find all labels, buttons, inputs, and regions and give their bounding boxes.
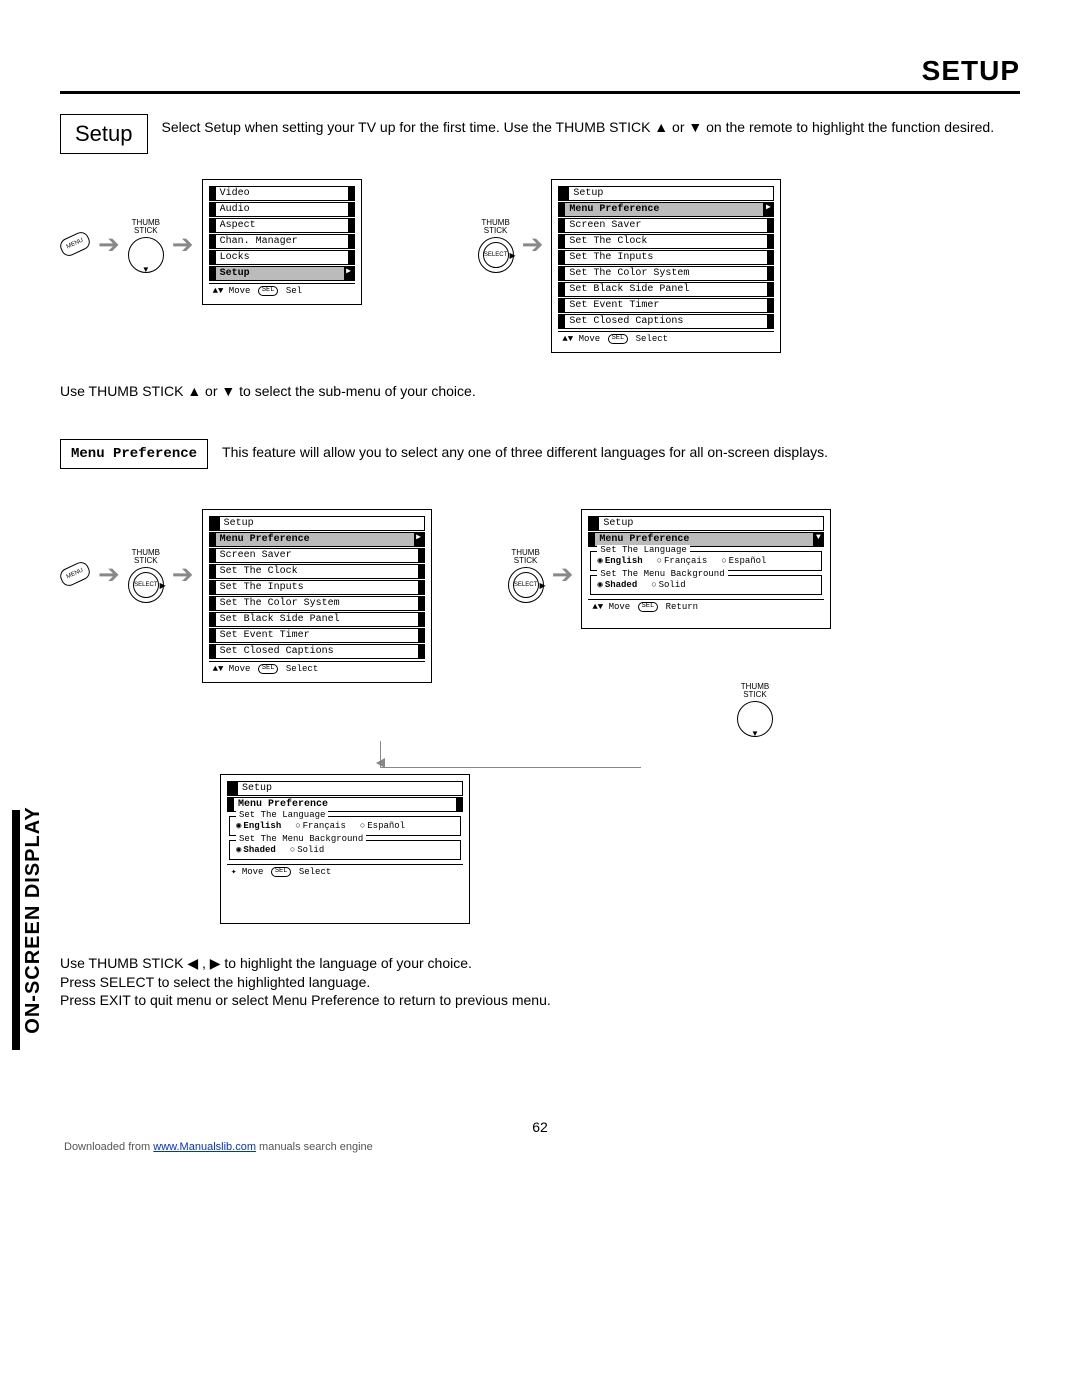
menu-item-setup: Setup▶ (209, 266, 355, 281)
bg-shaded: Shaded (236, 845, 276, 855)
flow-diagram-1: MENU ➔ THUMB STICK ▼ ➔ Video Audio Aspec… (60, 179, 1020, 353)
select-button-icon: SELECT▶ (508, 567, 544, 603)
select-button-icon: SELECT▶ (128, 567, 164, 603)
flow-diagram-2: MENU ➔ THUMB STICK SELECT▶ ➔ Setup Menu … (60, 509, 1020, 924)
menu-item-menu-preference: Menu Preference▶ (558, 202, 774, 217)
arrow-icon: ➔ (98, 561, 120, 587)
background-fieldset: Set The Menu Background Shaded Solid (229, 840, 461, 860)
section-menu-preference: Menu Preference This feature will allow … (60, 439, 1020, 469)
instruction-text: Use THUMB STICK ▲ or ▼ to select the sub… (60, 383, 1020, 399)
background-fieldset: Set The Menu Background Shaded Solid (590, 575, 822, 595)
arrow-icon: ➔ (522, 231, 544, 257)
osd-hint: ▲▼ Move SEL Sel (209, 283, 355, 298)
osd-hint: ▲▼ Move SEL Return (588, 599, 824, 614)
select-button-icon: SELECT▶ (478, 237, 514, 273)
thumb-stick-icon: ▼ (128, 237, 164, 273)
arrow-icon: ➔ (172, 231, 194, 257)
language-fieldset: Set The Language English Français Españo… (590, 551, 822, 571)
thumb-stick-label: THUMB STICK (481, 219, 509, 235)
flow-connector (380, 741, 641, 768)
osd-hint: ▲▼ Move SEL Select (558, 331, 774, 346)
section-label-menu-preference: Menu Preference (60, 439, 208, 469)
osd-setup-menu: Setup Menu Preference▶ Screen Saver Set … (551, 179, 781, 353)
bg-solid: Solid (651, 580, 685, 590)
thumb-stick-label: THUMB STICK (741, 683, 769, 699)
footer-instructions: Use THUMB STICK ◀ , ▶ to highlight the l… (60, 954, 1020, 1009)
section-desc-setup: Select Setup when setting your TV up for… (162, 114, 1021, 136)
download-note: Downloaded from www.Manualslib.com manua… (60, 1141, 1020, 1153)
side-tab-label: ON-SCREEN DISPLAY (22, 790, 45, 1050)
osd-setup-menu-2: Setup Menu Preference▶ Screen Saver Set … (202, 509, 432, 683)
osd-hint: ✦ Move SEL Select (227, 864, 463, 879)
arrow-icon: ➔ (552, 561, 574, 587)
osd-main-menu: Video Audio Aspect Chan. Manager Locks S… (202, 179, 362, 305)
osd-language-menu-final: Setup Menu Preference Set The Language E… (220, 774, 470, 924)
menu-button-icon: MENU (58, 230, 93, 259)
arrow-icon: ➔ (98, 231, 120, 257)
page-header: SETUP (60, 55, 1020, 94)
language-fieldset: Set The Language English Français Españo… (229, 816, 461, 836)
menu-button-icon: MENU (58, 560, 93, 589)
lang-english: English (597, 556, 642, 566)
thumb-stick-label: THUMB STICK (132, 549, 160, 565)
section-desc-menu-preference: This feature will allow you to select an… (222, 439, 1020, 461)
bg-solid: Solid (290, 845, 324, 855)
lang-espanol: Español (721, 556, 766, 566)
manualslib-link[interactable]: www.Manualslib.com (153, 1141, 256, 1153)
page-number: 62 (60, 1119, 1020, 1135)
bg-shaded: Shaded (597, 580, 637, 590)
lang-english: English (236, 821, 281, 831)
section-label-setup: Setup (60, 114, 148, 154)
lang-francais: Français (657, 556, 708, 566)
lang-espanol: Español (360, 821, 405, 831)
arrow-icon: ➔ (172, 561, 194, 587)
side-tab-strip (12, 810, 20, 1050)
section-setup: Setup Select Setup when setting your TV … (60, 114, 1020, 154)
lang-francais: Français (295, 821, 346, 831)
osd-language-menu: Setup Menu Preference▼ Set The Language … (581, 509, 831, 629)
osd-hint: ▲▼ Move SEL Select (209, 661, 425, 676)
thumb-stick-label: THUMB STICK (511, 549, 539, 565)
thumb-stick-icon: ▼ (737, 701, 773, 737)
thumb-stick-label: THUMB STICK (132, 219, 160, 235)
